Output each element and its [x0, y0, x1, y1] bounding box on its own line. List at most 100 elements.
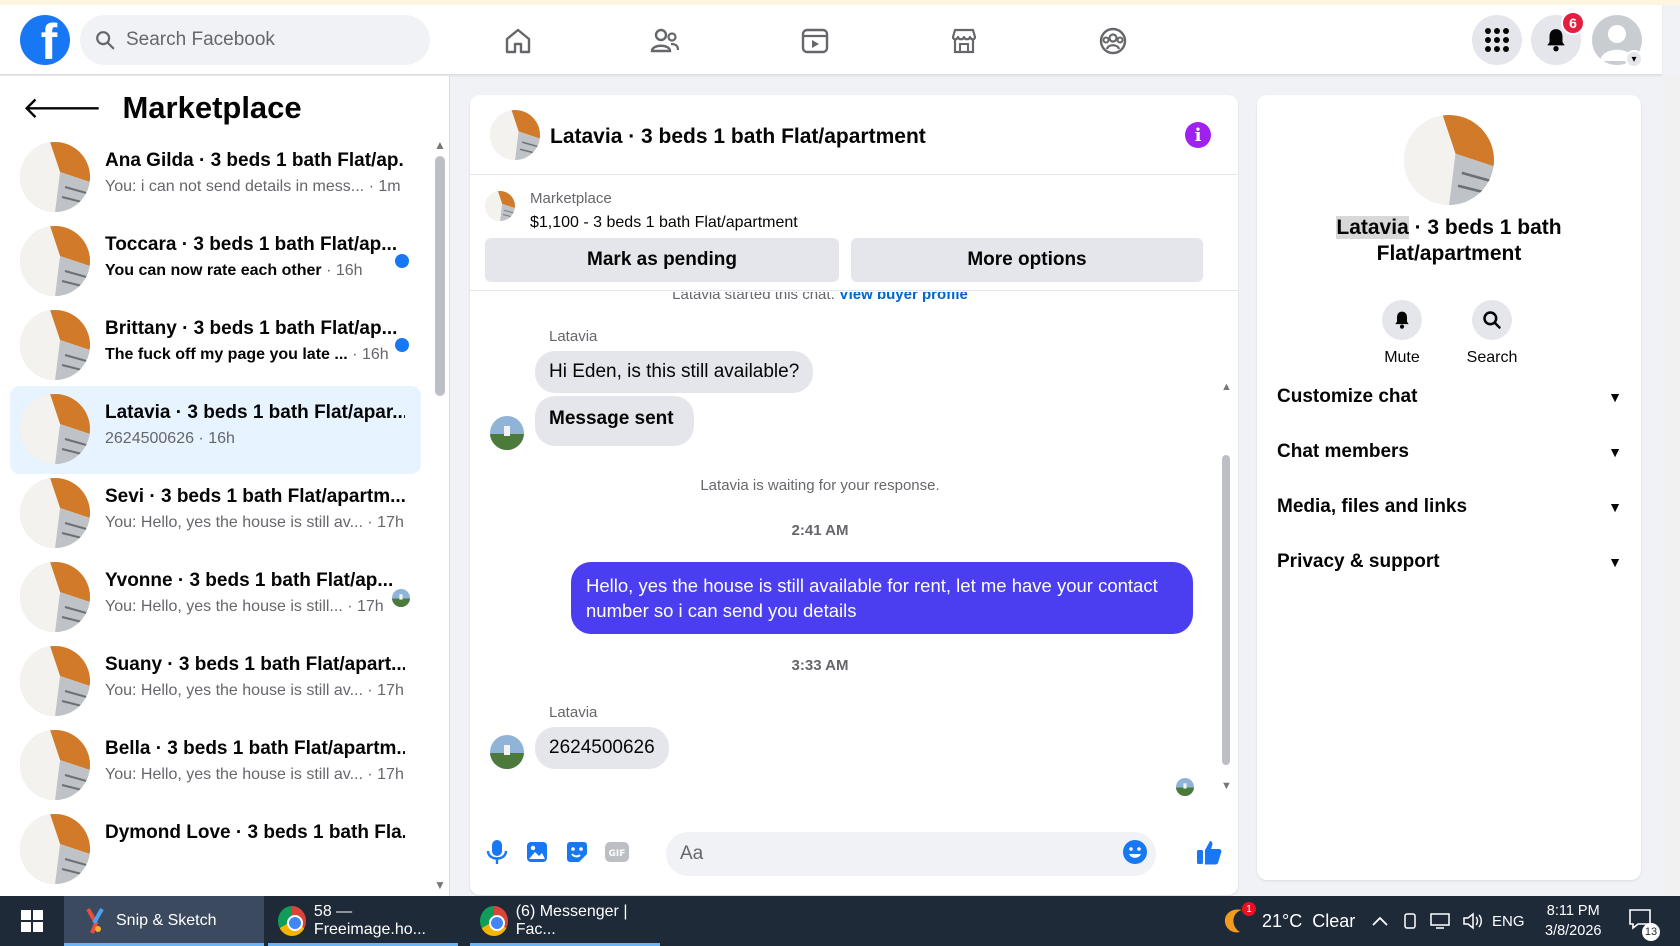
conversation-name: Suany · 3 beds 1 bath Flat/apart... [105, 654, 405, 675]
chat-scroll-up-arrow[interactable]: ▲ [1221, 381, 1232, 393]
show-hidden-icons[interactable] [1372, 896, 1388, 946]
chat-scrollbar[interactable] [1222, 455, 1230, 765]
search-action[interactable]: Search [1452, 300, 1532, 367]
gif-icon[interactable]: GIF [602, 837, 632, 867]
conversation-name: Sevi · 3 beds 1 bath Flat/apartm... [105, 486, 405, 507]
start-button[interactable] [0, 896, 64, 946]
listing-thumbnail [20, 226, 90, 296]
windows-icon [21, 910, 43, 932]
chevron-down-icon[interactable]: ▾ [1625, 50, 1643, 68]
sidebar-scrollbar[interactable] [435, 156, 445, 396]
search-input[interactable] [126, 29, 406, 51]
conversation-name: Yvonne · 3 beds 1 bath Flat/ap... [105, 570, 394, 591]
media-files-links-section[interactable]: Media, files and links ▼ [1277, 487, 1622, 527]
info-icon[interactable]: i [1185, 122, 1211, 148]
conversation-item[interactable]: Yvonne · 3 beds 1 bath Flat/ap... You: He… [10, 554, 421, 642]
weather-widget[interactable]: 1 21°C Clear [1222, 896, 1355, 946]
emoji-icon[interactable] [1120, 837, 1150, 867]
more-options-button[interactable]: More options [851, 238, 1203, 282]
microphone-icon[interactable] [482, 837, 512, 867]
notifications-button[interactable]: 6 [1531, 11, 1585, 65]
notification-count-badge: 13 [1642, 922, 1660, 941]
thumbs-up-icon[interactable] [1194, 837, 1224, 867]
chevron-down-icon: ▼ [1608, 444, 1622, 460]
conversation-name: Bella · 3 beds 1 bath Flat/apartm... [105, 738, 405, 759]
message-composer: GIF [470, 815, 1238, 895]
incoming-message[interactable]: Hi Eden, is this still available? [535, 351, 814, 393]
chrome-icon [480, 906, 508, 936]
chat-scroll-down-arrow[interactable]: ▼ [1221, 780, 1232, 792]
taskbar-chrome-messenger[interactable]: (6) Messenger | Fac... [470, 896, 660, 946]
search-box[interactable] [80, 15, 430, 65]
conversation-item[interactable]: Suany · 3 beds 1 bath Flat/apart... You: … [10, 638, 421, 726]
sender-avatar[interactable] [490, 416, 524, 450]
volume-icon [1463, 912, 1482, 930]
groups-icon[interactable] [1093, 21, 1133, 61]
listing-thumbnail [20, 478, 90, 548]
conversation-item[interactable]: Bella · 3 beds 1 bath Flat/apartm... You:… [10, 722, 421, 810]
message-thread: Latavia started this chat. View buyer pr… [470, 292, 1238, 812]
listing-thumbnail [20, 310, 90, 380]
chat-started-notice: Latavia started this chat. View buyer pr… [470, 292, 1170, 303]
facebook-logo[interactable]: f [20, 15, 70, 65]
listing-thumbnail [20, 646, 90, 716]
menu-grid-button[interactable] [1472, 15, 1522, 65]
customize-chat-section[interactable]: Customize chat ▼ [1277, 377, 1622, 417]
sidebar-header: 🡐 Marketplace [22, 90, 302, 126]
conversation-preview: You: i can not send details in mess... ·… [105, 178, 401, 195]
conversation-item[interactable]: Brittany · 3 beds 1 bath Flat/ap... The f… [10, 302, 421, 390]
listing-large-thumbnail[interactable] [1404, 115, 1494, 205]
taskbar-snip-sketch[interactable]: Snip & Sketch [64, 896, 264, 946]
conversation-preview: You can now rate each other · 16h [105, 262, 363, 279]
incoming-message-sent[interactable]: Message sent [535, 396, 694, 446]
chat-listing-thumbnail[interactable] [490, 110, 540, 160]
conversation-item[interactable]: Dymond Love · 3 beds 1 bath Fla... [10, 806, 421, 894]
conversation-preview: The fuck off my page you late ... · 16h [105, 346, 389, 363]
action-center-button[interactable]: 13 [1628, 896, 1660, 946]
sender-avatar[interactable] [490, 735, 524, 769]
listing-price[interactable]: $1,100 - 3 beds 1 bath Flat/apartment [530, 214, 798, 232]
marketplace-icon[interactable] [944, 21, 984, 61]
privacy-support-section[interactable]: Privacy & support ▼ [1277, 542, 1622, 582]
scroll-down-arrow[interactable]: ▼ [434, 878, 446, 892]
conversation-name: Brittany · 3 beds 1 bath Flat/ap... [105, 318, 398, 339]
conversation-item[interactable]: Toccara · 3 beds 1 bath Flat/ap... You ca… [10, 218, 421, 306]
back-arrow-icon[interactable]: 🡐 [22, 90, 102, 126]
seen-receipt-avatar [1176, 778, 1194, 796]
chevron-up-icon [1372, 916, 1388, 926]
conversation-item[interactable]: Latavia · 3 beds 1 bath Flat/apar... 2624… [10, 386, 421, 474]
photo-icon[interactable] [522, 837, 552, 867]
unread-dot [395, 338, 409, 352]
home-icon[interactable] [498, 21, 538, 61]
conversation-name: Ana Gilda · 3 beds 1 bath Flat/ap... [105, 150, 405, 171]
friends-icon[interactable] [645, 21, 685, 61]
chevron-down-icon: ▼ [1608, 554, 1622, 570]
sticker-icon[interactable] [562, 837, 592, 867]
conversation-name: Latavia · 3 beds 1 bath Flat/apar... [105, 402, 405, 423]
taskbar-chrome-freeimage[interactable]: 58 — Freeimage.ho... [268, 896, 458, 946]
listing-thumbnail[interactable] [485, 191, 515, 221]
timestamp: 3:33 AM [791, 657, 849, 674]
incoming-message[interactable]: 2624500626 [535, 727, 669, 769]
search-icon [1483, 311, 1501, 329]
conversation-preview: 2624500626 · 16h [105, 430, 235, 447]
conversation-item[interactable]: Ana Gilda · 3 beds 1 bath Flat/ap... You:… [10, 134, 421, 222]
listing-source: Marketplace [530, 190, 612, 207]
chat-title[interactable]: Latavia · 3 beds 1 bath Flat/apartment [550, 125, 926, 149]
input-language[interactable]: ENG [1492, 896, 1525, 946]
clock[interactable]: 8:11 PM 3/8/2026 [1545, 896, 1601, 946]
system-tray-icons[interactable] [1402, 896, 1484, 946]
conversation-item[interactable]: Sevi · 3 beds 1 bath Flat/apartm... You: … [10, 470, 421, 558]
message-input[interactable] [666, 832, 1156, 876]
weather-alert-badge: 1 [1242, 902, 1256, 916]
window-scrollbar[interactable] [1662, 75, 1680, 895]
conversation-preview: You: Hello, yes the house is still... · … [105, 598, 384, 615]
mute-action[interactable]: Mute [1362, 300, 1442, 367]
chat-members-section[interactable]: Chat members ▼ [1277, 432, 1622, 472]
view-buyer-profile-link[interactable]: View buyer profile [839, 292, 968, 303]
facebook-header: f 6 ▾ [0, 5, 1662, 75]
scroll-up-arrow[interactable]: ▲ [434, 138, 446, 152]
video-icon[interactable] [795, 21, 835, 61]
mark-as-pending-button[interactable]: Mark as pending [485, 238, 839, 282]
outgoing-message[interactable]: Hello, yes the house is still available … [571, 562, 1193, 634]
